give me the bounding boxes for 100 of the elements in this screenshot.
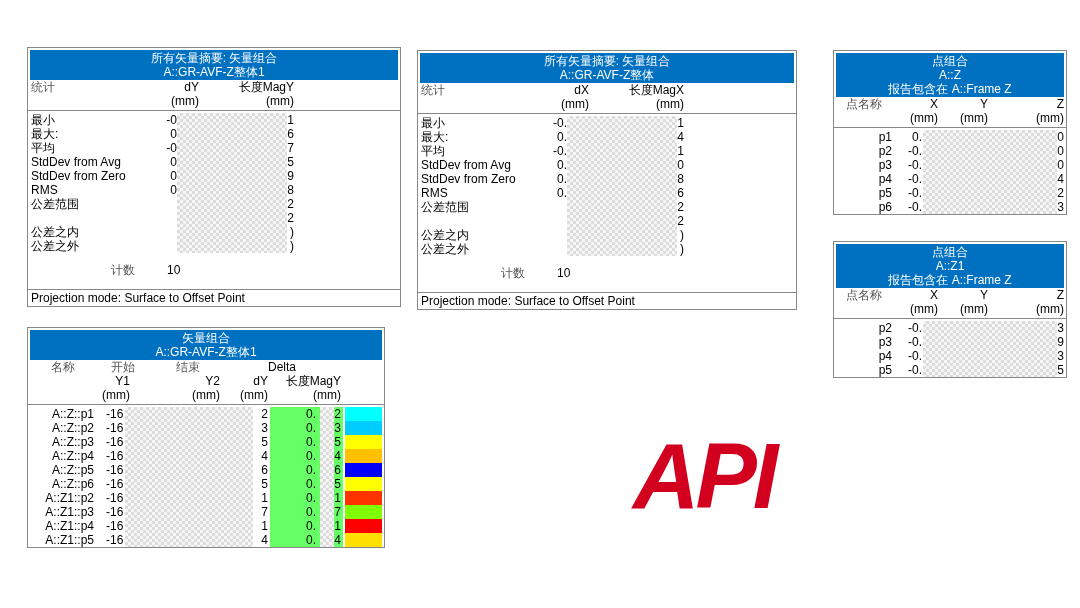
table-cell-text: A::Z1::p5 bbox=[44, 533, 95, 547]
table-cell-text: 4 bbox=[260, 533, 269, 547]
table-cell-text: 9 bbox=[286, 169, 294, 183]
table-cell-text: 6 bbox=[260, 463, 269, 477]
table-cell-text: 5 bbox=[1056, 363, 1064, 377]
table-cell-text: -16 bbox=[105, 449, 125, 463]
stat-label: 最小 bbox=[31, 113, 56, 127]
table-cell-text: 3 bbox=[260, 421, 269, 435]
unit-label: (mm) bbox=[959, 111, 988, 125]
table-cell-text: p5 bbox=[877, 363, 893, 377]
column-header: 统计 bbox=[31, 80, 56, 94]
column-header: 长度MagY bbox=[237, 80, 294, 94]
stat-label: RMS bbox=[31, 183, 59, 197]
table-cell-text: p5 bbox=[877, 186, 893, 200]
table-cell-text: 0. bbox=[556, 186, 567, 200]
stat-label: StdDev from Avg bbox=[421, 158, 512, 172]
stat-label: 平均 bbox=[31, 141, 56, 155]
stat-label: 公差范围 bbox=[31, 197, 80, 211]
table-cell-text: 8 bbox=[286, 183, 294, 197]
column-header: Y bbox=[979, 97, 988, 111]
stat-label: 最大: bbox=[31, 127, 60, 141]
table-cell-text: -16 bbox=[105, 505, 125, 519]
table-cell-text: 2 bbox=[1056, 186, 1064, 200]
table-cell-text: -0. bbox=[907, 158, 922, 172]
table-cell-text: -0. bbox=[907, 321, 922, 335]
panel-title: 所有矢量摘要: 矢量组合 bbox=[150, 51, 278, 65]
table-cell-text: A::Z::p6 bbox=[50, 477, 95, 491]
column-header: Z bbox=[1055, 288, 1064, 302]
column-header: 统计 bbox=[421, 83, 446, 97]
column-header: Y2 bbox=[204, 374, 221, 388]
panel-title: A::GR-AVF-Z整体1 bbox=[163, 65, 265, 79]
unit-label: (mm) bbox=[909, 111, 938, 125]
table-cell-text: 0 bbox=[169, 155, 177, 169]
table-cell-text: -0 bbox=[165, 141, 177, 155]
table-cell-text: 5 bbox=[260, 435, 269, 449]
table-cell-text: -0. bbox=[907, 335, 922, 349]
table-cell-text: 0 bbox=[169, 169, 177, 183]
table-cell-text: -16 bbox=[105, 463, 125, 477]
table-cell-text: 1 bbox=[676, 144, 684, 158]
panel-title: A::GR-AVF-Z整体 bbox=[559, 68, 655, 82]
table-cell-text: 0. bbox=[911, 130, 922, 144]
unit-label: (mm) bbox=[655, 97, 684, 111]
table-cell-text: -0. bbox=[907, 363, 922, 377]
logo: API bbox=[630, 424, 778, 529]
table-cell-text: 2 bbox=[676, 200, 684, 214]
stat-label: StdDev from Avg bbox=[31, 155, 122, 169]
table-cell-text: A::Z::p2 bbox=[50, 421, 95, 435]
count-label: 计数 bbox=[500, 266, 526, 280]
table-cell-text: 2 bbox=[286, 197, 294, 211]
count-value: 10 bbox=[556, 266, 572, 280]
count-label: 计数 bbox=[110, 263, 136, 277]
table-cell-text: 7 bbox=[286, 141, 294, 155]
table-cell-text: 6 bbox=[286, 127, 294, 141]
table-cell-text: p1 bbox=[877, 130, 893, 144]
table-cell-text: -16 bbox=[105, 435, 125, 449]
unit-label: (mm) bbox=[265, 94, 294, 108]
table-cell-text: -0. bbox=[552, 144, 567, 158]
unit-label: (mm) bbox=[560, 97, 589, 111]
table-cell-text: -0 bbox=[165, 113, 177, 127]
table-cell-text: -16 bbox=[105, 421, 125, 435]
table-cell-text: p4 bbox=[877, 172, 893, 186]
table-cell-text: p2 bbox=[877, 144, 893, 158]
table-cell-text: ) bbox=[679, 242, 684, 256]
table-cell-text: 0 bbox=[1056, 158, 1064, 172]
table-cell-text: 8 bbox=[676, 172, 684, 186]
unit-label: (mm) bbox=[1035, 302, 1064, 316]
table-cell-text: A::Z::p3 bbox=[50, 435, 95, 449]
table-cell-text: 0 bbox=[1056, 130, 1064, 144]
table-cell-text: -0. bbox=[907, 200, 922, 214]
table-cell-text: p3 bbox=[877, 335, 893, 349]
column-header: Delta bbox=[267, 360, 297, 374]
table-cell-text: ) bbox=[289, 225, 294, 239]
table-cell-text: p3 bbox=[877, 158, 893, 172]
unit-label: (mm) bbox=[312, 388, 342, 402]
table-cell-text: 0 bbox=[1056, 144, 1064, 158]
table-cell-text: 3 bbox=[1056, 321, 1064, 335]
footer-text: Projection mode: Surface to Offset Point bbox=[421, 294, 635, 308]
table-cell-text: 0. bbox=[556, 158, 567, 172]
table-cell-text: A::Z1::p2 bbox=[44, 491, 95, 505]
column-header: 结束 bbox=[175, 360, 201, 374]
table-cell-text: -0. bbox=[907, 172, 922, 186]
column-header: 点名称 bbox=[845, 288, 883, 302]
unit-label: (mm) bbox=[239, 388, 269, 402]
column-header: X bbox=[929, 288, 938, 302]
table-cell-text: 5 bbox=[260, 477, 269, 491]
table-cell-text: 4 bbox=[1056, 172, 1064, 186]
panel-title: A::GR-AVF-Z整体1 bbox=[155, 345, 257, 359]
unit-label: (mm) bbox=[191, 388, 221, 402]
table-cell-text: p6 bbox=[877, 200, 893, 214]
table-cell-text: p2 bbox=[877, 321, 893, 335]
table-cell-text: 0. bbox=[556, 172, 567, 186]
column-header: Z bbox=[1055, 97, 1064, 111]
table-cell-text: 3 bbox=[1056, 349, 1064, 363]
column-header: 长度MagX bbox=[627, 83, 684, 97]
column-header: 名称 bbox=[50, 360, 76, 374]
column-header: dY bbox=[183, 80, 199, 94]
table-cell-text: ) bbox=[679, 228, 684, 242]
panel-title: A::Z1 bbox=[935, 259, 965, 273]
column-header: dY bbox=[252, 374, 269, 388]
stat-label: RMS bbox=[421, 186, 449, 200]
